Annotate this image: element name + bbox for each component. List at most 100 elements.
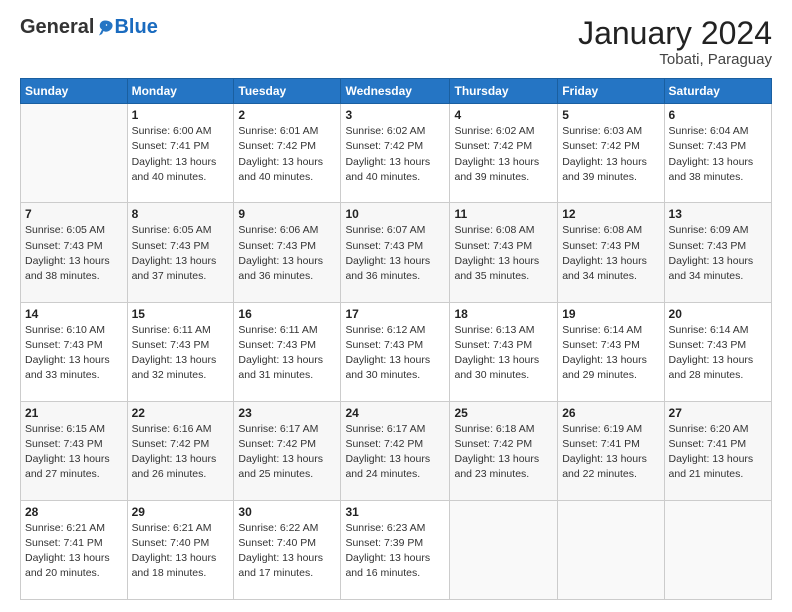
day-number: 6 [669, 108, 767, 122]
day-number: 22 [132, 406, 230, 420]
logo-blue-text: Blue [114, 16, 157, 39]
day-cell: 1 Sunrise: 6:00 AMSunset: 7:41 PMDaylight… [127, 104, 234, 203]
weekday-header-friday: Friday [558, 79, 664, 104]
day-cell [21, 104, 128, 203]
day-number: 12 [562, 207, 659, 221]
day-cell: 31 Sunrise: 6:23 AMSunset: 7:39 PMDayligh… [341, 500, 450, 599]
day-cell [558, 500, 664, 599]
week-row-1: 1 Sunrise: 6:00 AMSunset: 7:41 PMDaylight… [21, 104, 772, 203]
day-number: 10 [345, 207, 445, 221]
day-cell: 15 Sunrise: 6:11 AMSunset: 7:43 PMDayligh… [127, 302, 234, 401]
day-cell: 25Sunrise: 6:18 AMSunset: 7:42 PMDayligh… [450, 401, 558, 500]
day-info: Sunrise: 6:11 AMSunset: 7:43 PMDaylight:… [238, 323, 336, 384]
weekday-header-row: SundayMondayTuesdayWednesdayThursdayFrid… [21, 79, 772, 104]
day-cell: 19Sunrise: 6:14 AMSunset: 7:43 PMDayligh… [558, 302, 664, 401]
calendar-body: 1 Sunrise: 6:00 AMSunset: 7:41 PMDaylight… [21, 104, 772, 600]
day-cell: 16 Sunrise: 6:11 AMSunset: 7:43 PMDayligh… [234, 302, 341, 401]
day-cell: 8 Sunrise: 6:05 AMSunset: 7:43 PMDaylight… [127, 203, 234, 302]
day-number: 14 [25, 307, 123, 321]
page: General Blue January 2024 Tobati, Paragu… [0, 0, 792, 612]
day-info: Sunrise: 6:10 AMSunset: 7:43 PMDaylight:… [25, 323, 123, 384]
day-number: 16 [238, 307, 336, 321]
day-info: Sunrise: 6:05 AMSunset: 7:43 PMDaylight:… [132, 223, 230, 284]
day-cell: 3Sunrise: 6:02 AMSunset: 7:42 PMDaylight… [341, 104, 450, 203]
day-cell: 30Sunrise: 6:22 AMSunset: 7:40 PMDayligh… [234, 500, 341, 599]
day-number: 4 [454, 108, 553, 122]
day-number: 18 [454, 307, 553, 321]
day-number: 5 [562, 108, 659, 122]
day-number: 7 [25, 207, 123, 221]
logo: General Blue [20, 16, 158, 39]
month-title: January 2024 [578, 16, 772, 51]
day-number: 8 [132, 207, 230, 221]
location: Tobati, Paraguay [578, 51, 772, 68]
weekday-header-thursday: Thursday [450, 79, 558, 104]
day-number: 1 [132, 108, 230, 122]
day-number: 15 [132, 307, 230, 321]
day-cell: 23 Sunrise: 6:17 AMSunset: 7:42 PMDayligh… [234, 401, 341, 500]
day-number: 28 [25, 505, 123, 519]
day-cell: 9Sunrise: 6:06 AMSunset: 7:43 PMDaylight… [234, 203, 341, 302]
week-row-4: 21 Sunrise: 6:15 AMSunset: 7:43 PMDayligh… [21, 401, 772, 500]
day-number: 25 [454, 406, 553, 420]
day-info: Sunrise: 6:16 AMSunset: 7:42 PMDaylight:… [132, 422, 230, 483]
day-number: 29 [132, 505, 230, 519]
day-cell: 11 Sunrise: 6:08 AMSunset: 7:43 PMDayligh… [450, 203, 558, 302]
day-number: 3 [345, 108, 445, 122]
title-block: January 2024 Tobati, Paraguay [578, 16, 772, 68]
day-info: Sunrise: 6:15 AMSunset: 7:43 PMDaylight:… [25, 422, 123, 483]
day-info: Sunrise: 6:09 AMSunset: 7:43 PMDaylight:… [669, 223, 767, 284]
weekday-header-monday: Monday [127, 79, 234, 104]
day-cell: 12Sunrise: 6:08 AMSunset: 7:43 PMDayligh… [558, 203, 664, 302]
day-cell: 27 Sunrise: 6:20 AMSunset: 7:41 PMDayligh… [664, 401, 771, 500]
day-info: Sunrise: 6:21 AMSunset: 7:41 PMDaylight:… [25, 521, 123, 582]
header: General Blue January 2024 Tobati, Paragu… [20, 16, 772, 68]
day-info: Sunrise: 6:08 AMSunset: 7:43 PMDaylight:… [454, 223, 553, 284]
weekday-header-saturday: Saturday [664, 79, 771, 104]
day-info: Sunrise: 6:21 AMSunset: 7:40 PMDaylight:… [132, 521, 230, 582]
day-info: Sunrise: 6:20 AMSunset: 7:41 PMDaylight:… [669, 422, 767, 483]
day-cell: 13Sunrise: 6:09 AMSunset: 7:43 PMDayligh… [664, 203, 771, 302]
day-cell [664, 500, 771, 599]
day-info: Sunrise: 6:02 AMSunset: 7:42 PMDaylight:… [454, 124, 553, 185]
day-cell: 5 Sunrise: 6:03 AMSunset: 7:42 PMDaylight… [558, 104, 664, 203]
day-cell: 28 Sunrise: 6:21 AMSunset: 7:41 PMDayligh… [21, 500, 128, 599]
day-cell: 4 Sunrise: 6:02 AMSunset: 7:42 PMDaylight… [450, 104, 558, 203]
day-number: 11 [454, 207, 553, 221]
day-number: 31 [345, 505, 445, 519]
day-cell: 29 Sunrise: 6:21 AMSunset: 7:40 PMDayligh… [127, 500, 234, 599]
day-number: 20 [669, 307, 767, 321]
weekday-header-sunday: Sunday [21, 79, 128, 104]
day-cell: 21 Sunrise: 6:15 AMSunset: 7:43 PMDayligh… [21, 401, 128, 500]
day-cell: 2Sunrise: 6:01 AMSunset: 7:42 PMDaylight… [234, 104, 341, 203]
week-row-2: 7 Sunrise: 6:05 AMSunset: 7:43 PMDaylight… [21, 203, 772, 302]
day-cell: 17 Sunrise: 6:12 AMSunset: 7:43 PMDayligh… [341, 302, 450, 401]
day-number: 23 [238, 406, 336, 420]
day-cell: 20 Sunrise: 6:14 AMSunset: 7:43 PMDayligh… [664, 302, 771, 401]
day-info: Sunrise: 6:06 AMSunset: 7:43 PMDaylight:… [238, 223, 336, 284]
day-info: Sunrise: 6:11 AMSunset: 7:43 PMDaylight:… [132, 323, 230, 384]
day-info: Sunrise: 6:12 AMSunset: 7:43 PMDaylight:… [345, 323, 445, 384]
day-info: Sunrise: 6:00 AMSunset: 7:41 PMDaylight:… [132, 124, 230, 185]
week-row-5: 28 Sunrise: 6:21 AMSunset: 7:41 PMDayligh… [21, 500, 772, 599]
logo-bird-icon [96, 19, 114, 37]
day-info: Sunrise: 6:03 AMSunset: 7:42 PMDaylight:… [562, 124, 659, 185]
day-number: 27 [669, 406, 767, 420]
week-row-3: 14 Sunrise: 6:10 AMSunset: 7:43 PMDayligh… [21, 302, 772, 401]
day-info: Sunrise: 6:17 AMSunset: 7:42 PMDaylight:… [238, 422, 336, 483]
day-cell [450, 500, 558, 599]
day-number: 17 [345, 307, 445, 321]
day-cell: 26Sunrise: 6:19 AMSunset: 7:41 PMDayligh… [558, 401, 664, 500]
day-info: Sunrise: 6:05 AMSunset: 7:43 PMDaylight:… [25, 223, 123, 284]
calendar-table: SundayMondayTuesdayWednesdayThursdayFrid… [20, 78, 772, 600]
day-cell: 6Sunrise: 6:04 AMSunset: 7:43 PMDaylight… [664, 104, 771, 203]
day-cell: 24Sunrise: 6:17 AMSunset: 7:42 PMDayligh… [341, 401, 450, 500]
day-cell: 7 Sunrise: 6:05 AMSunset: 7:43 PMDaylight… [21, 203, 128, 302]
day-info: Sunrise: 6:07 AMSunset: 7:43 PMDaylight:… [345, 223, 445, 284]
day-info: Sunrise: 6:01 AMSunset: 7:42 PMDaylight:… [238, 124, 336, 185]
day-info: Sunrise: 6:14 AMSunset: 7:43 PMDaylight:… [669, 323, 767, 384]
day-info: Sunrise: 6:19 AMSunset: 7:41 PMDaylight:… [562, 422, 659, 483]
day-number: 21 [25, 406, 123, 420]
day-info: Sunrise: 6:14 AMSunset: 7:43 PMDaylight:… [562, 323, 659, 384]
day-info: Sunrise: 6:23 AMSunset: 7:39 PMDaylight:… [345, 521, 445, 582]
